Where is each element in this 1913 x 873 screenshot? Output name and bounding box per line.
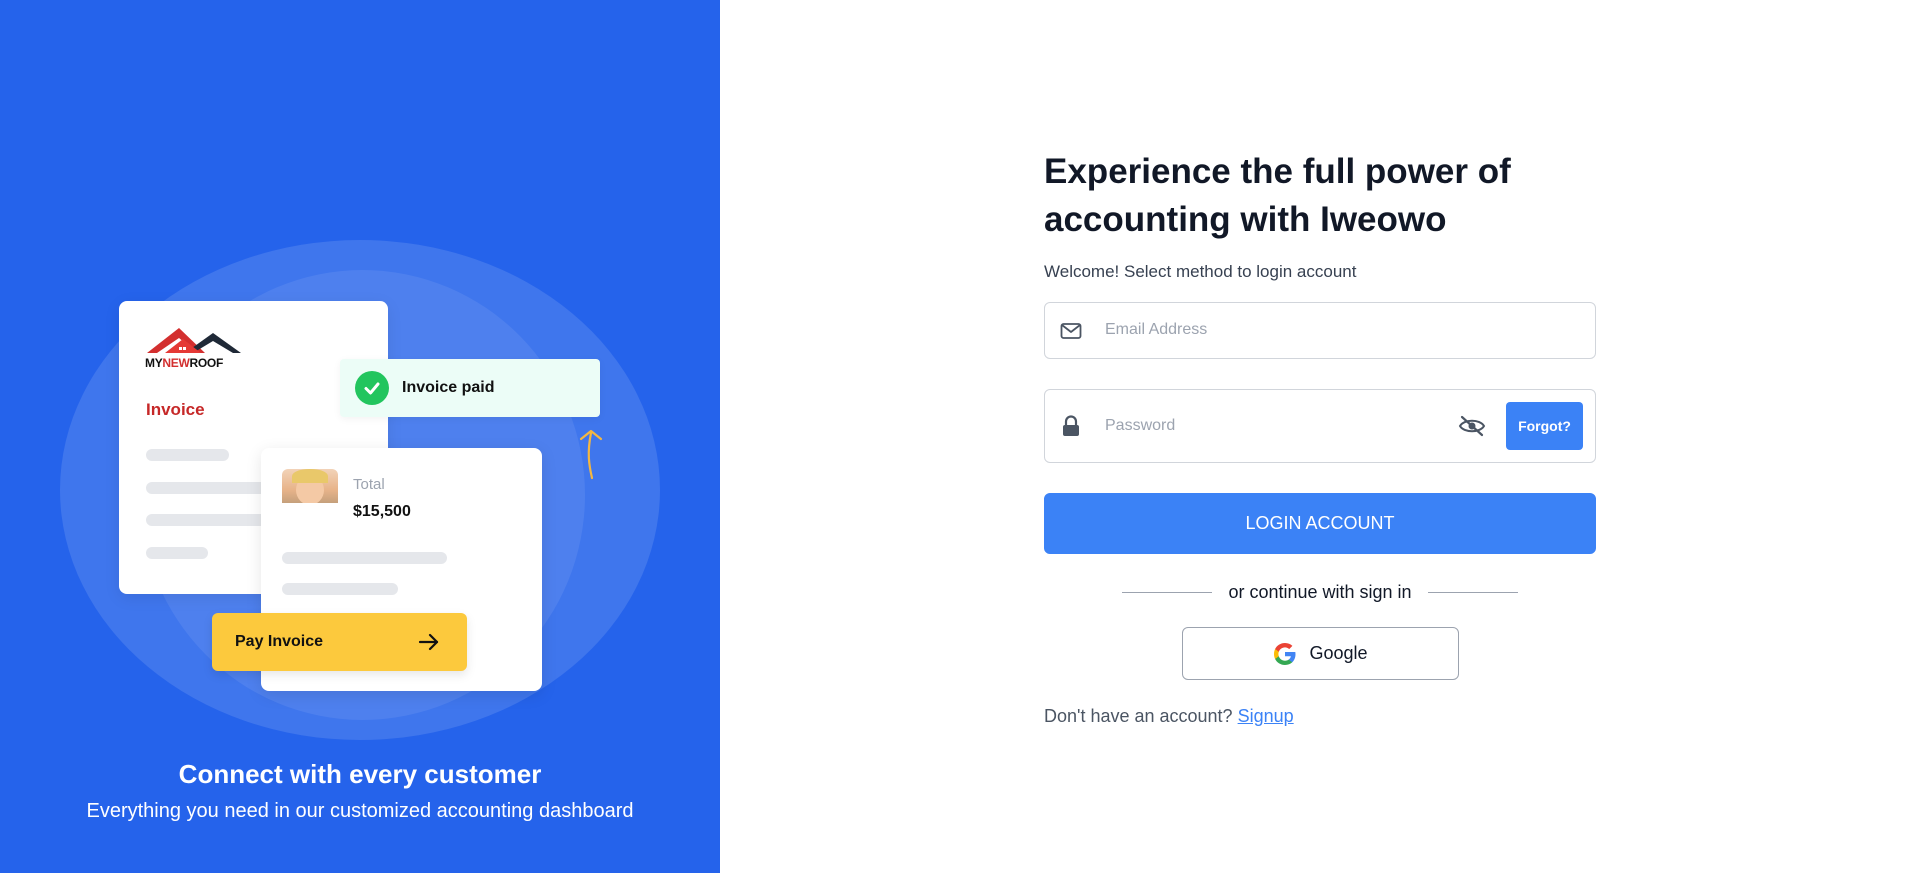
skeleton-line [146, 547, 208, 559]
login-page: MYNEWROOF Invoice Total $15,500 Invoice … [0, 0, 1913, 873]
email-field[interactable] [1044, 302, 1596, 359]
promo-panel: MYNEWROOF Invoice Total $15,500 Invoice … [0, 0, 720, 873]
page-title: Experience the full power of accounting … [1044, 152, 1511, 239]
welcome-text: Welcome! Select method to login account [1044, 262, 1357, 281]
forgot-password-button[interactable]: Forgot? [1506, 402, 1583, 450]
skeleton-line [282, 583, 398, 595]
invoice-title: Invoice [146, 400, 205, 419]
brand-logo: MYNEWROOF [145, 325, 245, 373]
signup-link[interactable]: Signup [1238, 706, 1294, 726]
login-form: Experience the full power of accounting … [1044, 148, 1596, 282]
arrow-right-icon [418, 633, 439, 651]
skeleton-line [282, 552, 447, 564]
signup-prompt: Don't have an account? [1044, 706, 1233, 726]
brand-wordmark: MYNEWROOF [145, 356, 223, 370]
login-button[interactable]: LOGIN ACCOUNT [1044, 493, 1596, 554]
pay-invoice-button[interactable]: Pay Invoice [212, 613, 467, 671]
pay-invoice-label: Pay Invoice [235, 633, 324, 650]
divider: or continue with sign in [1122, 580, 1519, 604]
google-label: Google [1309, 643, 1368, 663]
password-input[interactable] [1105, 417, 1435, 435]
signup-row: Don't have an account? Signup [1044, 706, 1294, 727]
skeleton-line [146, 482, 276, 494]
email-input[interactable] [1105, 321, 1435, 339]
total-label: Total [353, 476, 385, 493]
total-value: $15,500 [353, 503, 411, 520]
skeleton-line [146, 449, 229, 461]
doodle-arrow-icon [579, 429, 603, 480]
google-icon [1274, 642, 1296, 665]
divider-line [1427, 591, 1519, 593]
promo-heading: Connect with every customer [178, 759, 542, 789]
eye-off-icon[interactable] [1458, 414, 1486, 438]
avatar [282, 469, 338, 503]
envelope-icon [1059, 319, 1083, 343]
promo-subheading: Everything you need in our customized ac… [86, 800, 634, 822]
toast-text: Invoice paid [402, 379, 495, 396]
skeleton-line [146, 514, 276, 526]
google-signin-button[interactable]: Google [1182, 627, 1459, 680]
check-circle-icon [355, 371, 389, 405]
password-field[interactable]: Forgot? [1044, 389, 1596, 463]
invoice-paid-toast: Invoice paid [340, 359, 600, 417]
divider-text: or continue with sign in [1228, 581, 1412, 602]
lock-icon [1059, 414, 1083, 438]
divider-line [1122, 591, 1213, 593]
house-roof-logo [147, 328, 241, 353]
